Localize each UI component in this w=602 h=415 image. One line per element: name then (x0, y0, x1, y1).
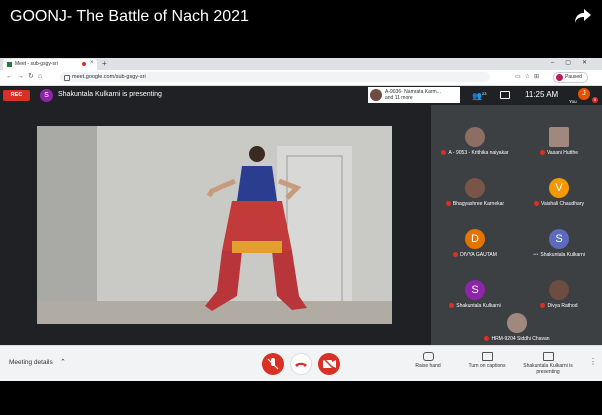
participant-tile[interactable]: Bhagyashree Karnekar (433, 176, 517, 210)
recording-badge: REC (3, 90, 30, 101)
hand-icon (422, 352, 434, 361)
lock-icon (64, 75, 70, 81)
address-bar: ←→↻⌂ meet.google.com/sub-gsgy-sri ▭☆⊞ Pa… (0, 70, 602, 86)
profile-status: Paused (565, 74, 582, 80)
browser-window: Meet - sub-gsgy-sri × + –▢✕ ←→↻⌂ meet.go… (0, 58, 602, 381)
profile-avatar (556, 74, 563, 81)
tab-title: Meet - sub-gsgy-sri (15, 61, 58, 67)
people-button[interactable]: 👥23 (472, 91, 486, 101)
tab-bar: Meet - sub-gsgy-sri × + –▢✕ (0, 58, 602, 70)
muted-mic-icon (534, 201, 539, 207)
participant-tile[interactable]: HRM-9204 Siddhi Chavan (475, 311, 559, 345)
raise-hand-button[interactable]: Raise hand (398, 352, 458, 369)
camera-off-button[interactable] (318, 353, 340, 375)
muted-mic-icon (484, 336, 490, 342)
join-notification[interactable]: A-9036- Namrata Karm... and 11 more (368, 87, 460, 103)
muted-mic-icon (445, 201, 451, 207)
presenter-avatar: S (40, 89, 53, 102)
participant-tile[interactable]: A - 9053 - Krithika naiyakar (433, 125, 517, 159)
participant-avatar: S (549, 229, 569, 249)
participant-avatar: V (549, 178, 569, 198)
participant-tile[interactable]: Divya Rathod (517, 278, 601, 312)
participant-avatar: S (465, 280, 485, 300)
presentation-video[interactable] (37, 126, 392, 324)
close-tab-icon[interactable]: × (90, 60, 94, 66)
window-controls[interactable]: –▢✕ (551, 59, 598, 66)
participant-photo (549, 280, 569, 300)
captions-icon (481, 352, 493, 361)
speaking-indicator-icon: ••• (533, 252, 539, 258)
muted-mic-icon (449, 303, 455, 309)
participant-tile[interactable]: D DIVYA GAUTAM (433, 227, 517, 261)
participant-tile[interactable]: Vasani Hutthe (517, 125, 601, 159)
mic-off-icon (267, 358, 279, 370)
notification-badge: 5 (592, 97, 598, 103)
meeting-clock: 11:25 AM (525, 90, 559, 99)
share-icon[interactable] (574, 8, 592, 24)
participant-name: HRM-9204 Siddhi Chavan (491, 336, 550, 342)
present-button[interactable]: Shakuntala Kulkarni is presenting (518, 352, 578, 375)
participant-tile[interactable]: S Shakuntala Kulkarni (433, 278, 517, 312)
participant-name: Shakuntala Kulkarni (540, 252, 585, 258)
captions-button[interactable]: Turn on captions (457, 352, 517, 369)
url-field[interactable]: meet.google.com/sub-gsgy-sri (60, 72, 490, 82)
chevron-up-icon[interactable]: ⌃ (60, 358, 66, 366)
self-avatar[interactable]: J (578, 88, 590, 100)
participant-name: A - 9053 - Krithika naiyakar (448, 150, 509, 156)
participant-name: Vaishali Chaudhary (541, 201, 584, 207)
dancer-video-frame (37, 126, 392, 324)
self-label: You (569, 99, 577, 104)
browser-tab[interactable]: Meet - sub-gsgy-sri × (3, 59, 97, 70)
profile-button[interactable]: Paused (553, 72, 588, 83)
meet-control-bar: Meeting details ⌃ Raise hand Turn on cap… (0, 345, 602, 381)
recording-dot-icon (82, 62, 86, 66)
muted-mic-icon (453, 252, 459, 258)
muted-mic-icon (540, 303, 546, 309)
participant-photo (465, 178, 485, 198)
leave-call-button[interactable] (290, 353, 312, 375)
chat-icon[interactable] (500, 91, 510, 99)
people-count: 23 (481, 91, 487, 96)
participant-tile[interactable]: V Vaishali Chaudhary (517, 176, 601, 210)
notification-avatar (370, 89, 382, 101)
presenter-status: Shakuntala Kulkarni is presenting (58, 91, 162, 98)
participant-name: Shakuntala Kulkarni (456, 303, 501, 309)
participant-name: Bhagyashree Karnekar (452, 201, 505, 207)
participant-photo (507, 313, 527, 333)
participant-avatar: D (465, 229, 485, 249)
camera-off-icon (322, 357, 336, 371)
video-title: GOONJ- The Battle of Nach 2021 (10, 8, 249, 25)
muted-mic-icon (441, 150, 447, 156)
participant-photo (465, 127, 485, 147)
captions-label: Turn on captions (468, 363, 506, 369)
url-text: meet.google.com/sub-gsgy-sri (72, 74, 146, 80)
meet-top-bar: REC S Shakuntala Kulkarni is presenting … (0, 85, 602, 105)
presenting-label: Shakuntala Kulkarni is presenting (523, 363, 573, 375)
navigation-buttons[interactable]: ←→↻⌂ (6, 72, 46, 80)
participant-name: Vasani Hutthe (546, 150, 579, 156)
participant-name: DIVYA GAUTAM (460, 252, 497, 258)
participant-photo (549, 127, 569, 147)
present-screen-icon (542, 352, 554, 361)
mic-off-button[interactable] (262, 353, 284, 375)
meet-favicon-icon (7, 62, 12, 67)
hang-up-icon (295, 362, 307, 367)
meeting-details-button[interactable]: Meeting details (9, 359, 53, 366)
notification-more: and 11 more (385, 95, 413, 101)
muted-mic-icon (539, 150, 545, 156)
participant-tile[interactable]: S ••• Shakuntala Kulkarni (517, 227, 601, 261)
raise-hand-label: Raise hand (415, 363, 441, 369)
more-options-icon[interactable]: ⋮ (589, 357, 597, 366)
extension-icons[interactable]: ▭☆⊞ (515, 73, 543, 80)
presentation-stage (0, 105, 431, 345)
participant-grid: A - 9053 - Krithika naiyakar Vasani Hutt… (431, 105, 602, 345)
participant-name: Divya Rathod (547, 303, 578, 309)
new-tab-button[interactable]: + (102, 59, 107, 68)
